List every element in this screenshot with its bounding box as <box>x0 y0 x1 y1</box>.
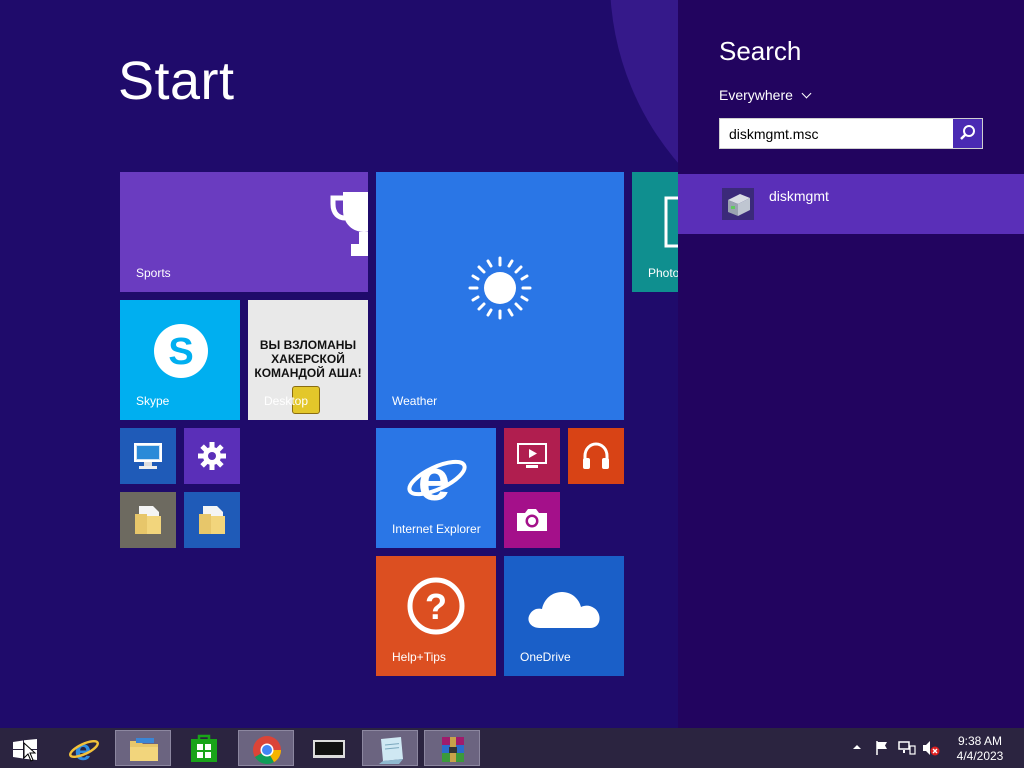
tile-camera[interactable] <box>504 492 560 548</box>
search-box <box>719 118 983 149</box>
desktop-wallpaper-text: ВЫ ВЗЛОМАНЫ ХАКЕРСКОЙ КОМАНДОЙ АША! <box>254 338 362 380</box>
notepad-icon <box>379 737 403 764</box>
tile-sports[interactable]: Sports <box>120 172 368 292</box>
taskbar-console[interactable] <box>300 730 356 766</box>
tile-settings[interactable] <box>184 428 240 484</box>
camera-icon <box>517 509 547 531</box>
tile-this-pc[interactable] <box>120 428 176 484</box>
help-icon: ? <box>407 577 465 635</box>
tile-weather[interactable]: Weather <box>376 172 624 420</box>
tile-label: Internet Explorer <box>392 522 481 536</box>
tile-skype[interactable]: S Skype <box>120 300 240 420</box>
show-hidden-icons-icon[interactable] <box>852 742 862 752</box>
search-button[interactable] <box>953 119 982 148</box>
taskbar-store[interactable] <box>176 730 232 766</box>
trophy-icon <box>330 192 368 256</box>
volume-muted-icon[interactable] <box>922 740 940 756</box>
clock-date: 4/4/2023 <box>956 749 1004 763</box>
search-result-label: diskmgmt <box>769 188 829 204</box>
tile-desktop[interactable]: ВЫ ВЗЛОМАНЫ ХАКЕРСКОЙ КОМАНДОЙ АША! Desk… <box>248 300 368 420</box>
search-input[interactable] <box>720 119 954 148</box>
taskbar-chrome[interactable] <box>238 730 294 766</box>
tile-label: OneDrive <box>520 650 571 664</box>
internet-explorer-icon: e <box>68 734 100 764</box>
photo-icon <box>664 196 678 248</box>
tile-label: Desktop <box>264 394 309 408</box>
tile-label: Photo <box>648 266 678 280</box>
internet-explorer-icon: e <box>407 448 467 508</box>
tile-file-explorer[interactable] <box>184 492 240 548</box>
tile-video[interactable] <box>504 428 560 484</box>
taskbar: e 9:38 AM 4/4/2023 <box>0 728 1024 768</box>
chevron-down-icon <box>801 88 812 99</box>
search-scope-label: Everywhere <box>719 87 793 103</box>
tile-documents[interactable] <box>120 492 176 548</box>
video-icon <box>517 443 547 468</box>
headphones-icon <box>583 442 609 469</box>
folder-icon <box>135 506 161 534</box>
svg-text:e: e <box>75 734 92 764</box>
search-pane: Search Everywhere diskmgmt <box>678 0 1024 728</box>
tile-help-tips[interactable]: ? Help+Tips <box>376 556 496 676</box>
taskbar-file-explorer[interactable] <box>115 730 171 766</box>
chrome-icon <box>253 736 281 764</box>
folder-icon <box>199 506 225 534</box>
cloud-icon <box>528 592 600 628</box>
taskbar-notepad[interactable] <box>362 730 418 766</box>
disk-management-icon <box>722 188 754 220</box>
mouse-cursor-icon <box>23 742 37 762</box>
network-icon[interactable] <box>898 740 916 756</box>
folder-icon <box>130 738 158 761</box>
taskbar-winrar[interactable] <box>424 730 480 766</box>
taskbar-clock[interactable]: 9:38 AM 4/4/2023 <box>950 734 1010 764</box>
archive-icon <box>442 737 464 762</box>
svg-text:e: e <box>418 448 450 508</box>
tile-label: Weather <box>392 394 438 408</box>
tile-label: Skype <box>136 394 170 408</box>
computer-icon <box>134 443 162 469</box>
sun-icon <box>468 256 532 320</box>
gear-icon <box>198 442 226 470</box>
tile-label: Help+Tips <box>392 650 446 664</box>
tile-label: Sports <box>136 266 171 280</box>
action-center-flag-icon[interactable] <box>874 740 890 756</box>
svg-text:S: S <box>168 331 193 373</box>
search-title: Search <box>719 36 802 66</box>
search-result-item[interactable]: diskmgmt <box>678 174 1024 234</box>
skype-icon: S <box>154 324 208 378</box>
tile-music[interactable] <box>568 428 624 484</box>
tile-internet-explorer[interactable]: e Internet Explorer <box>376 428 496 548</box>
tile-onedrive[interactable]: OneDrive <box>504 556 624 676</box>
tile-photos[interactable]: Photo <box>632 172 678 292</box>
search-scope-dropdown[interactable]: Everywhere <box>719 87 812 103</box>
search-icon <box>960 125 975 140</box>
clock-time: 9:38 AM <box>957 734 1003 748</box>
start-title: Start <box>118 51 235 111</box>
monitor-icon <box>313 740 345 758</box>
store-icon <box>191 734 217 762</box>
taskbar-internet-explorer[interactable]: e <box>56 730 112 766</box>
svg-text:?: ? <box>425 586 447 627</box>
